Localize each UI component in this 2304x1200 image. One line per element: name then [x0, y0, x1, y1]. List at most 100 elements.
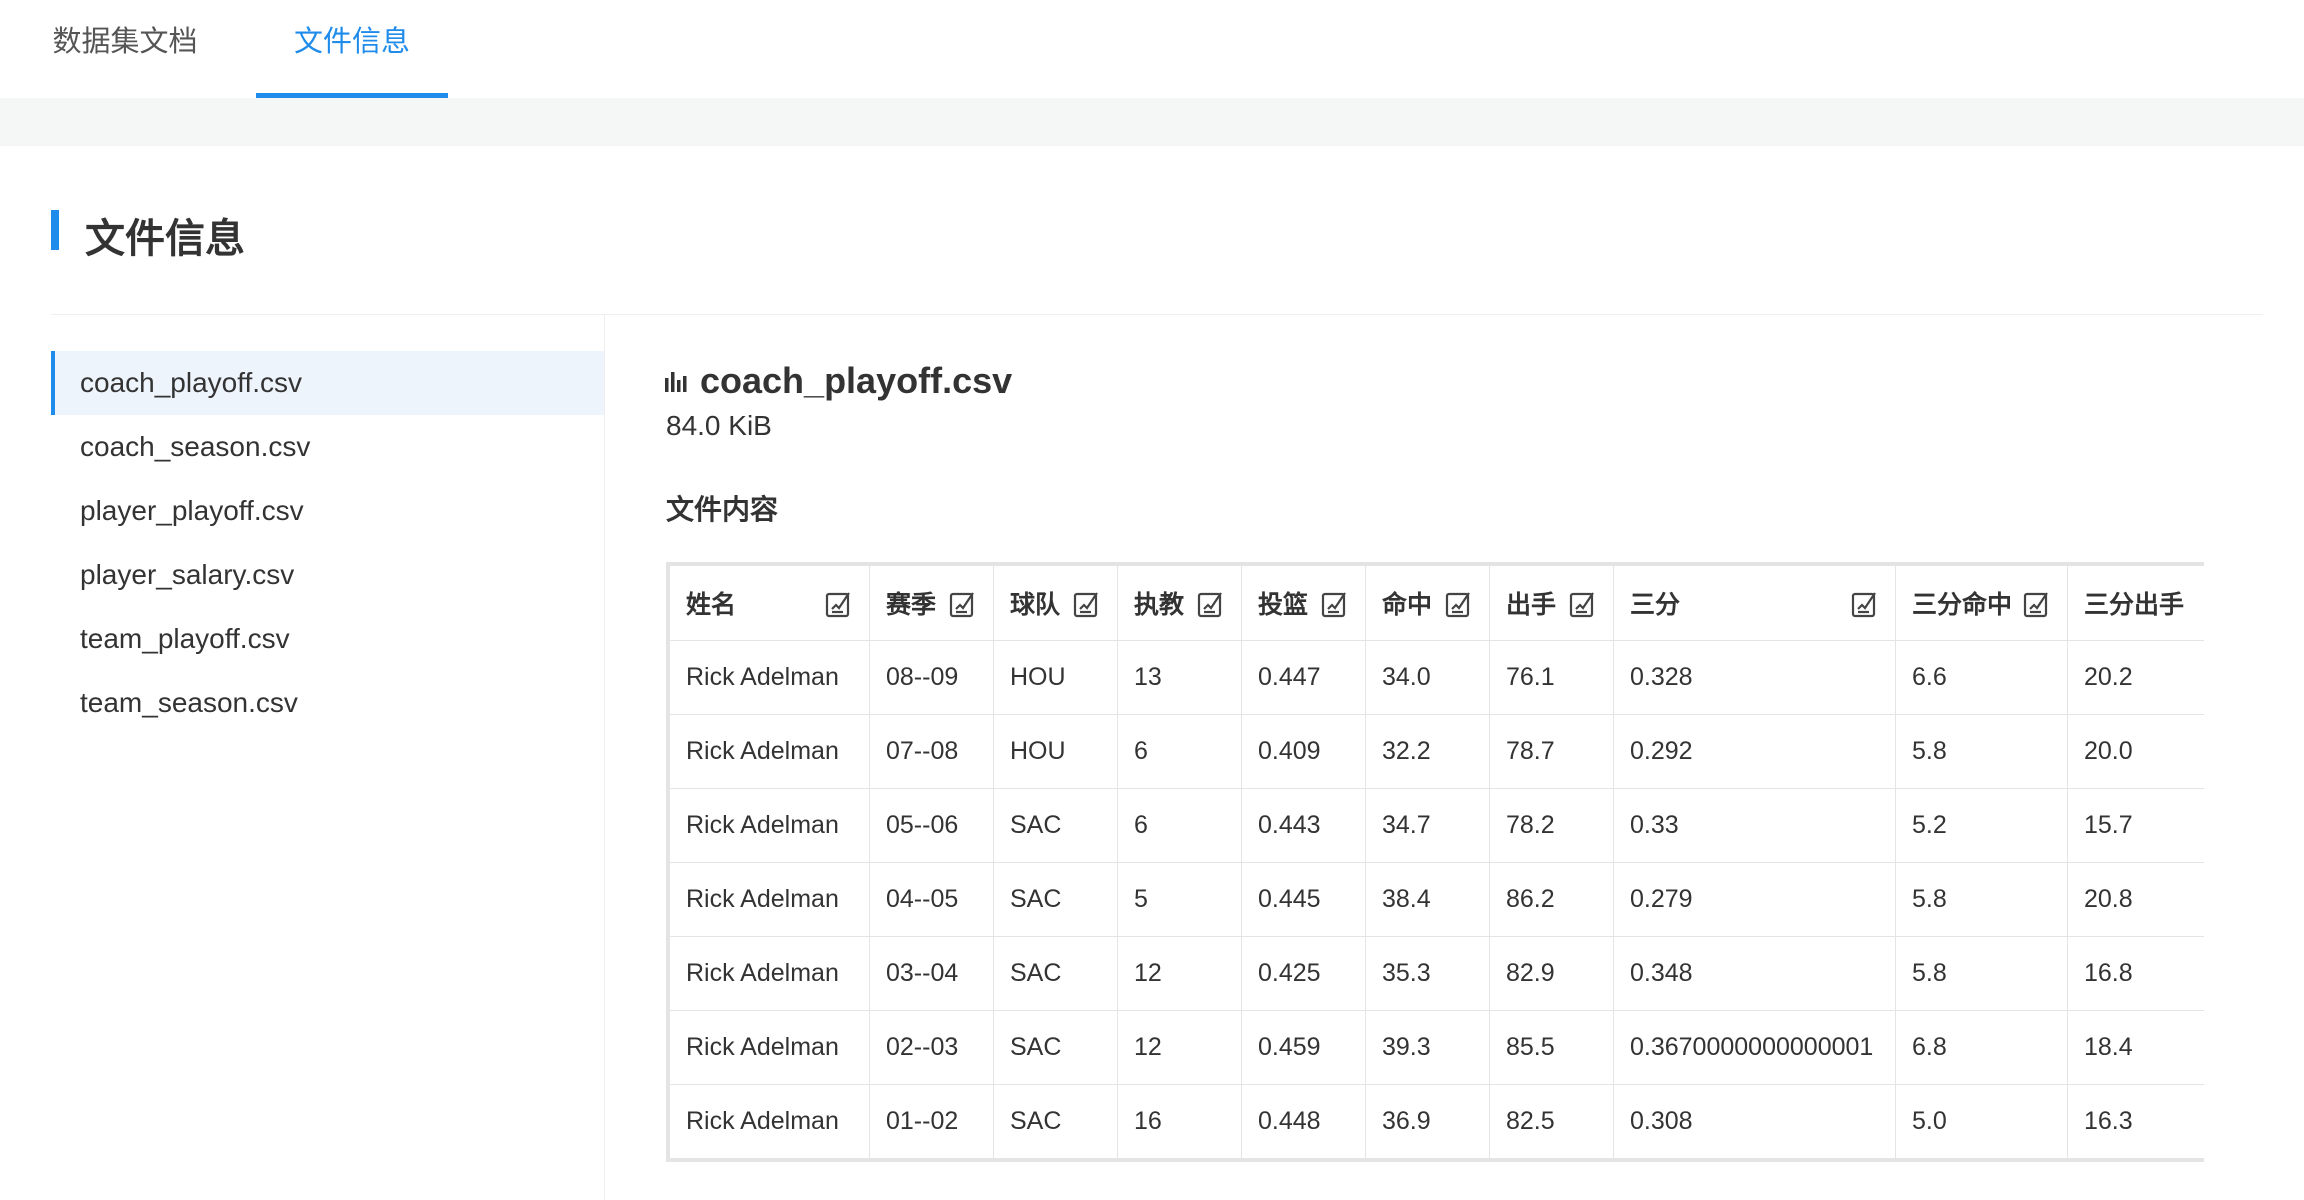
- column-header: 三分命中: [1895, 565, 2068, 641]
- table-cell: 16: [1117, 1084, 1242, 1159]
- table-cell: 15.7: [2067, 788, 2204, 863]
- sidebar-divider: [604, 315, 605, 1200]
- table-cell: 13: [1117, 640, 1242, 715]
- table-cell: 03--04: [869, 936, 994, 1011]
- table-cell: 0.443: [1241, 788, 1366, 863]
- table-cell: 5.8: [1895, 714, 2068, 789]
- table-cell: 34.0: [1365, 640, 1490, 715]
- file-item-coach-playoff[interactable]: coach_playoff.csv: [51, 351, 604, 415]
- table-cell: 76.1: [1489, 640, 1614, 715]
- table-row: Rick Adelman 04--05 SAC 5 0.445 38.4 86.2 0.279…: [669, 862, 2204, 937]
- table-cell: 0.308: [1613, 1084, 1896, 1159]
- edit-column-icon[interactable]: [1569, 590, 1597, 618]
- table-cell: 5.2: [1895, 788, 2068, 863]
- table-cell: 02--03: [869, 1010, 994, 1085]
- column-header-label: 投篮: [1258, 591, 1309, 619]
- section-title-accent: [51, 210, 59, 250]
- table-cell: 16.8: [2067, 936, 2204, 1011]
- edit-column-icon[interactable]: [2023, 590, 2051, 618]
- column-header: 球队: [993, 565, 1118, 641]
- table-cell: 6.6: [1895, 640, 2068, 715]
- table-cell: 82.9: [1489, 936, 1614, 1011]
- edit-column-icon[interactable]: [1197, 590, 1225, 618]
- divider: [51, 314, 2263, 315]
- table-cell: 01--02: [869, 1084, 994, 1159]
- column-header: 三分: [1613, 565, 1896, 641]
- table-cell: SAC: [993, 862, 1118, 937]
- file-item-team-season[interactable]: team_season.csv: [51, 671, 604, 735]
- table-cell: HOU: [993, 714, 1118, 789]
- table-cell: Rick Adelman: [669, 936, 870, 1011]
- column-header: 投篮: [1241, 565, 1366, 641]
- table-cell: 6.8: [1895, 1010, 2068, 1085]
- column-header: 三分出手: [2067, 565, 2204, 641]
- edit-column-icon[interactable]: [1851, 590, 1879, 618]
- column-header-label: 三分出手: [2084, 591, 2185, 619]
- column-header: 赛季: [869, 565, 994, 641]
- table-cell: 0.445: [1241, 862, 1366, 937]
- file-content-table-container[interactable]: 姓名 赛季 球队 执教 投篮 命中 出手 三分 三分命中 三分出手 Rick Adelman 08-…: [666, 562, 2204, 1162]
- file-item-coach-season[interactable]: coach_season.csv: [51, 415, 604, 479]
- table-row: Rick Adelman 07--08 HOU 6 0.409 32.2 78.7 0.292…: [669, 714, 2204, 789]
- column-header-label: 赛季: [886, 591, 937, 619]
- table-cell: Rick Adelman: [669, 1010, 870, 1085]
- table-cell: 6: [1117, 788, 1242, 863]
- table-cell: 18.4: [2067, 1010, 2204, 1085]
- tab-file-info[interactable]: 文件信息: [256, 0, 448, 98]
- table-cell: 07--08: [869, 714, 994, 789]
- table-cell: 0.425: [1241, 936, 1366, 1011]
- table-cell: 32.2: [1365, 714, 1490, 789]
- edit-column-icon[interactable]: [1445, 590, 1473, 618]
- table-cell: 86.2: [1489, 862, 1614, 937]
- table-cell: 05--06: [869, 788, 994, 863]
- column-header: 命中: [1365, 565, 1490, 641]
- file-header: coach_playoff.csv: [664, 358, 1012, 404]
- table-cell: 0.33: [1613, 788, 1896, 863]
- table-row: Rick Adelman 05--06 SAC 6 0.443 34.7 78.2 0.33 5…: [669, 788, 2204, 863]
- file-size: 84.0 KiB: [666, 410, 772, 441]
- table-cell: 04--05: [869, 862, 994, 937]
- table-cell: 0.279: [1613, 862, 1896, 937]
- file-content-title: 文件内容: [666, 494, 779, 525]
- file-item-player-salary[interactable]: player_salary.csv: [51, 543, 604, 607]
- table-cell: 0.448: [1241, 1084, 1366, 1159]
- edit-column-icon[interactable]: [1073, 590, 1101, 618]
- header-band: [0, 98, 2304, 146]
- table-cell: 39.3: [1365, 1010, 1490, 1085]
- table-cell: 0.348: [1613, 936, 1896, 1011]
- table-cell: SAC: [993, 1084, 1118, 1159]
- table-cell: 12: [1117, 936, 1242, 1011]
- table-cell: 16.3: [2067, 1084, 2204, 1159]
- tab-dataset-docs[interactable]: 数据集文档: [52, 0, 198, 98]
- table-cell: 0.328: [1613, 640, 1896, 715]
- file-item-team-playoff[interactable]: team_playoff.csv: [51, 607, 604, 671]
- table-cell: Rick Adelman: [669, 862, 870, 937]
- column-header-label: 三分命中: [1912, 591, 2013, 619]
- column-header-label: 姓名: [686, 591, 737, 619]
- column-header: 执教: [1117, 565, 1242, 641]
- edit-column-icon[interactable]: [825, 590, 853, 618]
- table-cell: 36.9: [1365, 1084, 1490, 1159]
- table-body: Rick Adelman 08--09 HOU 13 0.447 34.0 76.1 0.32…: [669, 640, 2204, 1159]
- table-row: Rick Adelman 08--09 HOU 13 0.447 34.0 76.1 0.32…: [669, 640, 2204, 715]
- table-header-row: 姓名 赛季 球队 执教 投篮 命中 出手 三分 三分命中 三分出手: [669, 565, 2204, 641]
- edit-column-icon[interactable]: [949, 590, 977, 618]
- table-cell: Rick Adelman: [669, 788, 870, 863]
- table-cell: 0.3670000000000001: [1613, 1010, 1896, 1085]
- bar-chart-icon: [665, 372, 687, 392]
- tab-label: 文件信息: [293, 26, 410, 58]
- table-cell: 0.292: [1613, 714, 1896, 789]
- table-cell: HOU: [993, 640, 1118, 715]
- column-header-label: 三分: [1630, 591, 1681, 619]
- table-cell: 5.0: [1895, 1084, 2068, 1159]
- edit-column-icon[interactable]: [1321, 590, 1349, 618]
- table-cell: 0.447: [1241, 640, 1366, 715]
- table-cell: SAC: [993, 936, 1118, 1011]
- table-cell: 6: [1117, 714, 1242, 789]
- table-cell: 85.5: [1489, 1010, 1614, 1085]
- table-cell: 5: [1117, 862, 1242, 937]
- tab-bar: 数据集文档 文件信息: [0, 0, 2304, 98]
- file-item-player-playoff[interactable]: player_playoff.csv: [51, 479, 604, 543]
- table-cell: 35.3: [1365, 936, 1490, 1011]
- tab-label: 数据集文档: [52, 26, 198, 58]
